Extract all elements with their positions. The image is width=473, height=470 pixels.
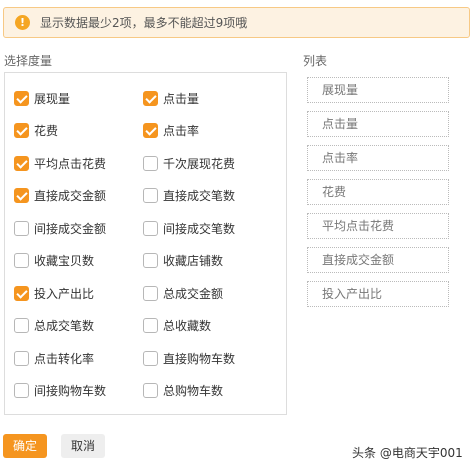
checkbox-unchecked[interactable] bbox=[143, 155, 158, 171]
metric-checkbox-item[interactable]: 直接成交笔数 bbox=[143, 186, 235, 206]
checkbox-unchecked[interactable] bbox=[14, 350, 29, 366]
metric-label: 千次展现花费 bbox=[163, 156, 236, 171]
checkbox-checked[interactable] bbox=[143, 90, 158, 106]
select-metrics-label: 选择度量 bbox=[4, 54, 53, 68]
metric-label: 间接成交金额 bbox=[34, 221, 107, 236]
metric-checkbox-item[interactable]: 点击量 bbox=[143, 88, 199, 108]
checkbox-unchecked[interactable] bbox=[14, 220, 29, 236]
metric-label: 总收藏数 bbox=[163, 319, 212, 333]
checkbox-unchecked[interactable] bbox=[14, 253, 29, 268]
alert-message: 显示数据最少2项，最多不能超过9项哦 bbox=[40, 16, 248, 30]
metric-label: 点击量 bbox=[163, 91, 200, 106]
metric-label: 收藏宝贝数 bbox=[34, 254, 95, 268]
metric-checkbox-item[interactable]: 千次展现花费 bbox=[143, 153, 235, 173]
metric-label: 展现量 bbox=[34, 91, 71, 106]
checkbox-unchecked[interactable] bbox=[143, 318, 158, 333]
metric-label: 总成交金额 bbox=[163, 286, 224, 301]
metric-label: 投入产出比 bbox=[34, 286, 95, 301]
list-label: 列表 bbox=[303, 54, 328, 68]
selected-list-item[interactable]: 展现量 bbox=[307, 77, 449, 103]
watermark: 头条 @电商天宇001 bbox=[352, 446, 463, 460]
metric-checkbox-item[interactable]: 收藏店铺数 bbox=[143, 251, 223, 271]
checkbox-unchecked[interactable] bbox=[14, 318, 29, 333]
metrics-panel: 展现量 点击量花费 点击率平均点击花费 千次展现花费直接成交金额 直接成交笔数间接成交金… bbox=[4, 72, 287, 415]
metric-checkbox-item[interactable]: 收藏宝贝数 bbox=[14, 251, 94, 271]
metric-label: 总购物车数 bbox=[163, 384, 224, 398]
selected-list-item[interactable]: 花费 bbox=[307, 179, 449, 205]
checkbox-checked[interactable] bbox=[14, 188, 29, 203]
metric-checkbox-item[interactable]: 间接成交金额 bbox=[14, 218, 106, 238]
metric-label: 直接成交金额 bbox=[34, 189, 107, 203]
metric-label: 直接购物车数 bbox=[163, 351, 236, 366]
metric-label: 花费 bbox=[34, 124, 59, 138]
metric-label: 点击率 bbox=[163, 124, 200, 138]
checkbox-checked[interactable] bbox=[14, 155, 29, 171]
metric-checkbox-item[interactable]: 总成交金额 bbox=[143, 283, 223, 303]
metric-checkbox-item[interactable]: 投入产出比 bbox=[14, 283, 94, 303]
metric-label: 直接成交笔数 bbox=[163, 189, 236, 203]
checkbox-checked[interactable] bbox=[143, 123, 158, 138]
warning-alert: ! 显示数据最少2项，最多不能超过9项哦 bbox=[3, 7, 470, 38]
checkbox-unchecked[interactable] bbox=[14, 383, 29, 398]
checkbox-checked[interactable] bbox=[14, 285, 29, 301]
checkbox-unchecked[interactable] bbox=[143, 253, 158, 268]
cancel-button[interactable]: 取消 bbox=[61, 434, 105, 458]
metric-checkbox-item[interactable]: 间接购物车数 bbox=[14, 381, 106, 401]
metric-checkbox-item[interactable]: 直接购物车数 bbox=[143, 348, 235, 368]
metric-checkbox-item[interactable]: 展现量 bbox=[14, 88, 70, 108]
selected-list-item[interactable]: 直接成交金额 bbox=[307, 247, 449, 273]
metric-label: 点击转化率 bbox=[34, 351, 95, 366]
metric-checkbox-item[interactable]: 总购物车数 bbox=[143, 381, 223, 401]
metric-checkbox-item[interactable]: 点击转化率 bbox=[14, 348, 94, 368]
metric-checkbox-item[interactable]: 平均点击花费 bbox=[14, 153, 106, 173]
metric-checkbox-item[interactable]: 总收藏数 bbox=[143, 316, 211, 336]
metric-checkbox-item[interactable]: 花费 bbox=[14, 121, 58, 141]
selected-list-item[interactable]: 投入产出比 bbox=[307, 281, 449, 307]
checkbox-unchecked[interactable] bbox=[143, 285, 158, 301]
selected-list-item[interactable]: 平均点击花费 bbox=[307, 213, 449, 239]
metric-checkbox-item[interactable]: 总成交笔数 bbox=[14, 316, 94, 336]
metric-label: 间接成交笔数 bbox=[163, 221, 236, 236]
checkbox-unchecked[interactable] bbox=[143, 350, 158, 366]
metric-checkbox-item[interactable]: 点击率 bbox=[143, 121, 199, 141]
confirm-button[interactable]: 确定 bbox=[3, 434, 47, 458]
metric-label: 收藏店铺数 bbox=[163, 254, 224, 268]
checkbox-checked[interactable] bbox=[14, 123, 29, 138]
metric-label: 间接购物车数 bbox=[34, 384, 107, 398]
metric-checkbox-item[interactable]: 直接成交金额 bbox=[14, 186, 106, 206]
metric-label: 平均点击花费 bbox=[34, 156, 107, 171]
selected-list-item[interactable]: 点击率 bbox=[307, 145, 449, 171]
checkbox-unchecked[interactable] bbox=[143, 383, 158, 398]
metric-checkbox-item[interactable]: 间接成交笔数 bbox=[143, 218, 235, 238]
warning-icon: ! bbox=[15, 15, 30, 30]
selected-list-item[interactable]: 点击量 bbox=[307, 111, 449, 137]
checkbox-unchecked[interactable] bbox=[143, 220, 158, 236]
checkbox-checked[interactable] bbox=[14, 90, 29, 106]
checkbox-unchecked[interactable] bbox=[143, 188, 158, 203]
metric-label: 总成交笔数 bbox=[34, 319, 95, 333]
